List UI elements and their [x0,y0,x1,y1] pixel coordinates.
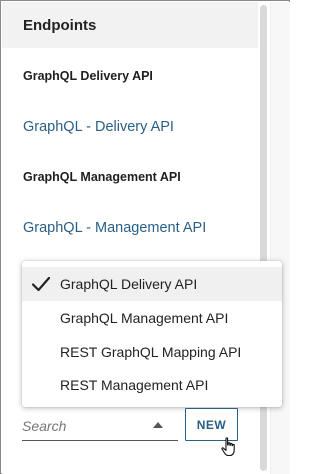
dropdown-option-rest-management[interactable]: REST Management API [22,368,282,402]
search-input[interactable] [22,415,148,437]
checkmark-icon [31,276,51,292]
dropdown-option-rest-graphql-mapping[interactable]: REST GraphQL Mapping API [22,335,282,369]
endpoint-type-dropdown-menu: GraphQL Delivery API GraphQL Management … [22,261,282,407]
section-label-graphql-management: GraphQL Management API [23,170,181,184]
dropdown-option-label: GraphQL Management API [60,310,229,326]
endpoint-link-graphql-management[interactable]: GraphQL - Management API [23,220,206,236]
dropdown-option-label: REST Management API [60,377,209,393]
search-combobox[interactable] [22,411,178,441]
dropdown-option-graphql-management[interactable]: GraphQL Management API [22,301,282,335]
dropdown-option-label: REST GraphQL Mapping API [60,344,242,360]
endpoint-link-graphql-delivery[interactable]: GraphQL - Delivery API [23,119,174,135]
new-button[interactable]: NEW [185,408,238,441]
panel-title: Endpoints [23,17,97,34]
dropdown-option-label: GraphQL Delivery API [60,276,198,292]
section-label-graphql-delivery: GraphQL Delivery API [23,69,153,83]
panel-header: Endpoints [2,2,258,48]
dropdown-option-graphql-delivery[interactable]: GraphQL Delivery API [22,267,282,301]
caret-up-icon[interactable] [153,422,163,428]
app-frame: Endpoints GraphQL Delivery API GraphQL -… [0,0,290,474]
